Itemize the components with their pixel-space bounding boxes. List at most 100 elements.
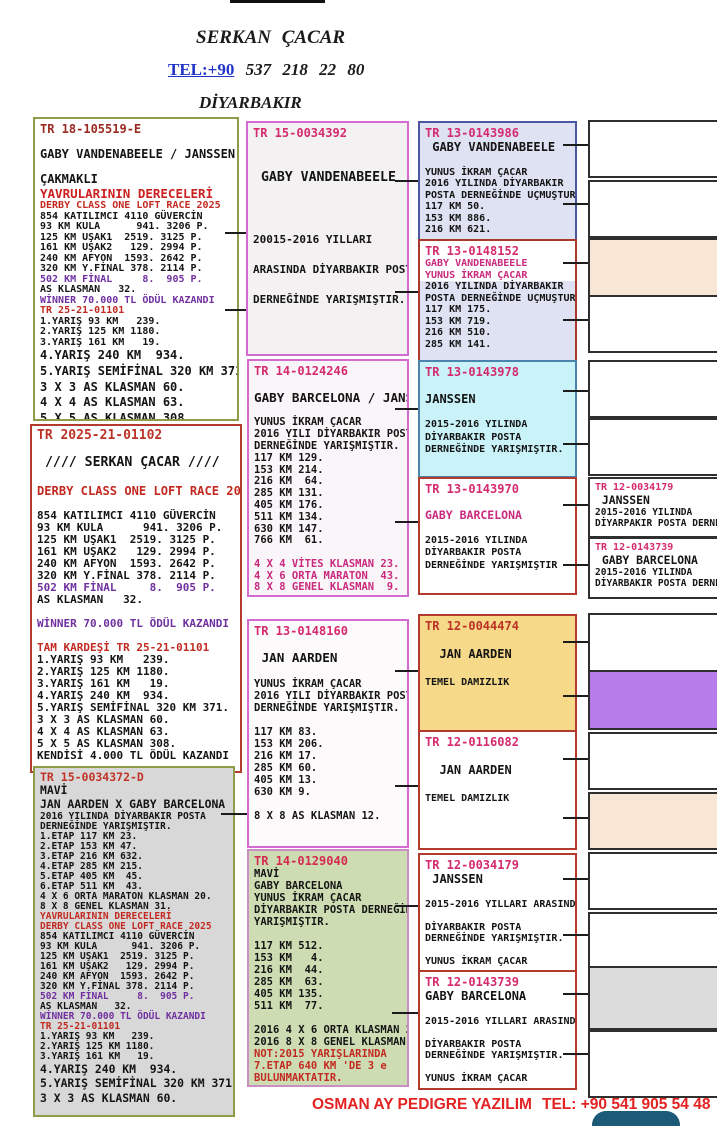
pedigree-line: 240 KM AFYON 1593. 2642 P. [40, 972, 228, 982]
pedigree-line: NOT:2015 YARIŞLARINDA [254, 1048, 402, 1060]
pedigree-line: YAVRULARININ DERECELERİ [40, 912, 228, 922]
pedigree-line [253, 277, 402, 292]
box-content: MAVİGABY BARCELONAYUNUS İKRAM ÇACARDİYAR… [254, 868, 402, 1084]
pedigree-line: DİYARBAKIR POSTA DERNEĞİNDE [254, 904, 402, 916]
pedigree-line [254, 714, 402, 726]
phone-row: TEL:+90 537 218 22 80 [168, 60, 364, 80]
connector-line [563, 878, 588, 880]
pedigree-line: 2015-2016 YILLARI ARASINDA [425, 1016, 570, 1028]
pedigree-line [254, 378, 402, 390]
pedigree-line: 153 KM 4. [254, 952, 402, 964]
pedigree-line: DERNEĞİNDE YARIŞMIŞTIR. [253, 292, 402, 307]
pedigree-line [254, 1012, 402, 1024]
pedigree-line: 1.ETAP 117 KM 23. [40, 832, 228, 842]
pedigree-line: 2015-2016 YILINDA [595, 567, 717, 578]
pedigree-line: GABY BARCELONA / JANSSEN [254, 390, 402, 406]
pedigree-line: 117 KM 175. [425, 304, 570, 316]
connector-line [395, 521, 418, 523]
pedigree-line [425, 778, 570, 792]
pedigree-line: 3 X 3 AS KLASMAN 60. [40, 380, 232, 396]
connector-line [563, 641, 588, 643]
box-content: GABY VANDENABEELEYUNUS İKRAM ÇACAR2016 Y… [425, 258, 570, 350]
box-content: MAVİJAN AARDEN X GABY BARCELONA2016 YILI… [40, 783, 228, 1106]
pedigree-line [254, 666, 402, 678]
pedigree-line [253, 187, 402, 202]
pedigree-line: YUNUS İKRAM ÇACAR [254, 892, 402, 904]
ring-number: TR 12-0034179 [595, 482, 717, 493]
pedigree-line [425, 155, 570, 167]
connector-line [395, 291, 418, 293]
tel-link[interactable]: TEL:+90 [168, 60, 234, 79]
pedigree-line: 117 KM 50. [425, 201, 570, 213]
pedigree-line: YAVRULARININ DERECELERİ [40, 187, 232, 201]
pedigree-line: 216 KM 17. [254, 750, 402, 762]
connector-line [563, 504, 588, 506]
connector-line [563, 203, 588, 205]
pedigree-line: POSTA DERNEĞİNDE UÇMUŞTUR. [425, 293, 570, 305]
ancestor-slot-empty-16 [588, 1030, 717, 1098]
pedigree-line: 2015-2016 YILINDA [425, 535, 570, 548]
ancestor-slot-empty-14 [588, 912, 717, 972]
box-content: GABY BARCELONA / JANSSEN YUNUS İKRAM ÇAC… [254, 378, 402, 594]
pedigree-line: JAN AARDEN [254, 650, 402, 666]
box-content: GABY BARCELONA 2015-2016 YILLARI ARASIND… [425, 989, 570, 1085]
pedigree-line: 153 KM 719. [425, 316, 570, 328]
connector-line [395, 408, 418, 410]
pedigree-line: 405 KM 13. [254, 774, 402, 786]
pedigree-line: 2.YARIŞ 125 KM 1180. [40, 1042, 228, 1052]
pedigree-line: BULUNMAKTATIR. [254, 1072, 402, 1084]
pedigree-line [253, 217, 402, 232]
pedigree-box-tr-2025-21-01102: TR 2025-21-01102 //// SERKAN ÇACAR //// … [30, 424, 242, 773]
pedigree-line: 630 KM 9. [254, 786, 402, 798]
ancestor-slot-empty-12 [588, 792, 717, 850]
ring-number: TR 12-0143739 [425, 975, 570, 989]
pedigree-line: ARASINDA DİYARBAKIR POSTA [253, 262, 402, 277]
pedigree-box-tr-13-0143986: TR 13-0143986 GABY VANDENABEELE YUNUS İK… [418, 121, 577, 241]
pedigree-line: 285 KM 141. [425, 339, 570, 351]
pedigree-box-tr-12-0034179: TR 12-0034179 JANSSEN 2015-2016 YILLARI … [418, 853, 577, 973]
pedigree-line: DİYARBAKIR POSTA [425, 547, 570, 560]
ring-number: TR 15-0034392 [253, 126, 402, 140]
pedigree-page: SERKAN ÇACAR TEL:+90 537 218 22 80 DİYAR… [0, 0, 717, 1126]
pedigree-line: GABY BARCELONA [425, 509, 570, 523]
ancestor-slot-empty-2 [588, 180, 717, 238]
connector-line [563, 758, 588, 760]
pedigree-line: 4.YARIŞ 240 KM 934. [40, 1062, 228, 1077]
pedigree-line: 117 KM 129. [254, 453, 402, 465]
pedigree-box-small-tr-12-0034179: TR 12-0034179 JANSSEN2015-2016 YILINDADİ… [588, 477, 717, 538]
ancestor-slot-empty-4 [588, 295, 717, 353]
ring-number: TR 13-0143970 [425, 482, 570, 496]
pedigree-line: KENDİSİ 4.000 TL ÖDÜL KAZANDI [37, 750, 235, 762]
ancestor-slot-empty-13 [588, 852, 717, 910]
pedigree-line: GABY VANDENABEELE [425, 140, 570, 155]
pedigree-line: 405 KM 135. [254, 988, 402, 1000]
pedigree-line: GABY VANDENABEELE / JANSSEN [40, 147, 232, 162]
pedigree-line: DERBY CLASS ONE LOFT RACE 2025 [40, 922, 228, 932]
pedigree-line: 4.ETAP 285 KM 215. [40, 862, 228, 872]
pedigree-line: JANSSEN [425, 392, 570, 407]
pedigree-line: JANSSEN [425, 872, 570, 887]
pedigree-line: 4 X 6 ORTA MARATON KLASMAN 20. [40, 892, 228, 902]
pedigree-line: JAN AARDEN [425, 763, 570, 778]
pedigree-line [253, 140, 402, 155]
pedigree-line: 2016 4 X 6 ORTA KLASMAN 21. [254, 1024, 402, 1036]
pedigree-line: JANSSEN [595, 493, 717, 507]
pedigree-line: TEMEL DAMIZLIK [425, 792, 570, 806]
pedigree-line: DERNEĞİNDE YARIŞMIŞTIR. [40, 822, 228, 832]
ancestor-slot-empty-11 [588, 732, 717, 790]
pedigree-line: DERNEĞİNDE YARIŞMIŞTIR. [425, 444, 570, 457]
connector-line [563, 443, 588, 445]
connector-line [225, 309, 246, 311]
connector-line [221, 813, 247, 815]
pedigree-box-tr-14-0124246: TR 14-0124246 GABY BARCELONA / JANSSEN Y… [247, 359, 409, 597]
pedigree-line [425, 407, 570, 420]
pedigree-line: DERNEĞİNDE YARIŞMIŞTIR. [425, 1050, 570, 1062]
ring-number: TR 13-0143986 [425, 126, 570, 140]
pedigree-line: YUNUS İKRAM ÇACAR [254, 678, 402, 690]
pedigree-line: MAVİ [40, 783, 228, 797]
connector-line [395, 785, 418, 787]
box-content: JANSSEN 2015-2016 YILINDADİYARBAKIR POST… [425, 379, 570, 457]
pedigree-line: JAN AARDEN X GABY BARCELONA [40, 797, 228, 811]
box-content: //// SERKAN ÇACAR //// DERBY CLASS ONE L… [37, 443, 235, 762]
pedigree-line: 153 KM 206. [254, 738, 402, 750]
